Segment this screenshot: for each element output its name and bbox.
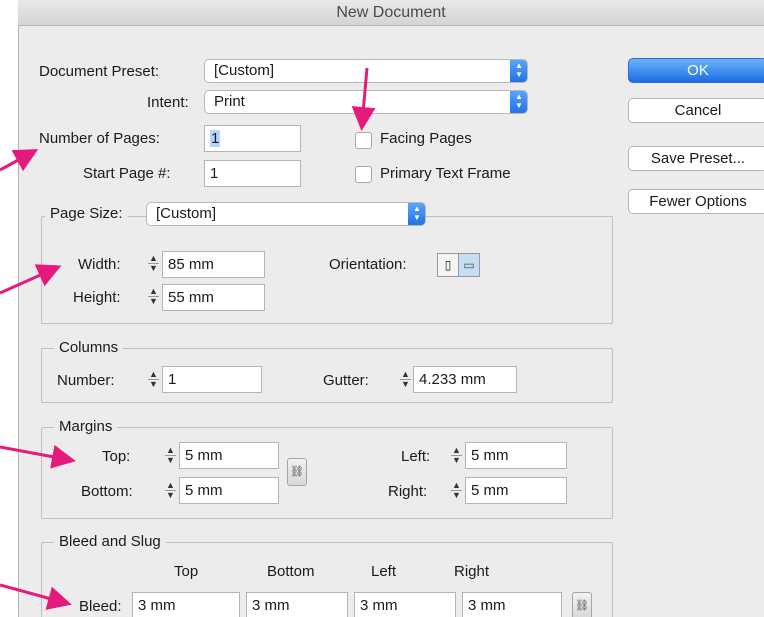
- document-preset-popup[interactable]: [Custom] ▲ ▼: [204, 59, 528, 83]
- bleed-top-field[interactable]: 3 mm: [132, 592, 240, 617]
- margin-left-label: Left:: [401, 448, 431, 465]
- columns-title: Columns: [54, 339, 124, 356]
- width-field[interactable]: 85 mm: [162, 251, 265, 278]
- height-label: Height:: [73, 289, 121, 306]
- up-down-arrow-icon[interactable]: ▲ ▼: [397, 368, 414, 393]
- margin-top-field[interactable]: 5 mm: [179, 442, 279, 469]
- start-page-value: 1: [210, 165, 219, 182]
- margin-left-field[interactable]: 5 mm: [465, 442, 567, 469]
- up-down-arrow-icon[interactable]: ▲ ▼: [145, 285, 162, 310]
- page-size-group: [41, 216, 613, 324]
- up-down-chevron-icon: ▲ ▼: [408, 203, 425, 225]
- page-size-label: Page Size:: [45, 205, 128, 222]
- chain-link-icon[interactable]: ⛓: [287, 458, 307, 486]
- bleed-col-right: Right: [454, 563, 490, 580]
- margin-top-label: Top:: [102, 448, 131, 465]
- margin-left-value: 5 mm: [471, 447, 509, 464]
- up-down-arrow-icon[interactable]: ▲ ▼: [145, 252, 162, 277]
- portrait-orientation-icon[interactable]: ▯: [437, 253, 459, 277]
- height-field[interactable]: 55 mm: [162, 284, 265, 311]
- margin-right-label: Right:: [388, 483, 428, 500]
- margin-top-value: 5 mm: [185, 447, 223, 464]
- bleed-col-bottom: Bottom: [267, 563, 315, 580]
- bleed-left-field[interactable]: 3 mm: [354, 592, 456, 617]
- height-value: 55 mm: [168, 289, 214, 306]
- ok-button[interactable]: OK: [628, 58, 764, 83]
- start-page-field[interactable]: 1: [204, 160, 301, 187]
- margin-bottom-field[interactable]: 5 mm: [179, 477, 279, 504]
- bleed-right-field[interactable]: 3 mm: [462, 592, 562, 617]
- columns-number-value: 1: [168, 371, 177, 388]
- margins-title: Margins: [54, 418, 118, 435]
- up-down-arrow-icon[interactable]: ▲ ▼: [145, 368, 162, 393]
- gutter-field[interactable]: 4.233 mm: [413, 366, 517, 393]
- background-strip: [0, 0, 18, 617]
- cancel-button[interactable]: Cancel: [628, 98, 764, 123]
- margin-bottom-value: 5 mm: [185, 482, 223, 499]
- bleed-top-value: 3 mm: [138, 597, 176, 614]
- facing-pages-label: Facing Pages: [380, 130, 472, 147]
- up-down-arrow-icon[interactable]: ▲ ▼: [162, 479, 179, 504]
- gutter-value: 4.233 mm: [419, 371, 486, 388]
- up-down-arrow-icon[interactable]: ▲ ▼: [162, 444, 179, 469]
- up-down-arrow-icon[interactable]: ▲ ▼: [448, 479, 465, 504]
- primary-text-frame-checkbox[interactable]: [355, 166, 372, 183]
- margin-bottom-label: Bottom:: [81, 483, 133, 500]
- up-down-chevron-icon: ▲ ▼: [510, 91, 527, 113]
- intent-value: Print: [214, 93, 245, 110]
- number-of-pages-field[interactable]: 1: [204, 125, 301, 152]
- width-value: 85 mm: [168, 256, 214, 273]
- intent-popup[interactable]: Print ▲ ▼: [204, 90, 528, 114]
- width-label: Width:: [78, 256, 121, 273]
- landscape-orientation-icon[interactable]: ▭: [458, 253, 480, 277]
- number-of-pages-label: Number of Pages:: [39, 130, 160, 147]
- fewer-options-button[interactable]: Fewer Options: [628, 189, 764, 214]
- orientation-label: Orientation:: [329, 256, 407, 273]
- page-size-popup[interactable]: [Custom] ▲ ▼: [146, 202, 426, 226]
- bleed-col-top: Top: [174, 563, 199, 580]
- chain-link-icon[interactable]: ⛓: [572, 592, 592, 617]
- document-preset-label: Document Preset:: [39, 63, 160, 80]
- start-page-label: Start Page #:: [83, 165, 171, 182]
- bleed-slug-title: Bleed and Slug: [54, 533, 166, 550]
- margin-right-field[interactable]: 5 mm: [465, 477, 567, 504]
- document-preset-value: [Custom]: [214, 62, 275, 79]
- page-size-value: [Custom]: [156, 205, 217, 222]
- up-down-chevron-icon: ▲ ▼: [510, 60, 527, 82]
- facing-pages-checkbox[interactable]: [355, 132, 372, 149]
- bleed-col-left: Left: [371, 563, 397, 580]
- number-of-pages-value: 1: [210, 130, 221, 147]
- columns-number-label: Number:: [57, 372, 115, 389]
- bleed-row-label: Bleed:: [79, 598, 122, 615]
- columns-number-field[interactable]: 1: [162, 366, 262, 393]
- margin-right-value: 5 mm: [471, 482, 509, 499]
- window-title: New Document: [336, 4, 446, 21]
- title-bar: New Document: [18, 0, 764, 26]
- bleed-right-value: 3 mm: [468, 597, 506, 614]
- bleed-left-value: 3 mm: [360, 597, 398, 614]
- bleed-bottom-field[interactable]: 3 mm: [246, 592, 348, 617]
- primary-text-frame-label: Primary Text Frame: [380, 165, 511, 182]
- bleed-bottom-value: 3 mm: [252, 597, 290, 614]
- gutter-label: Gutter:: [323, 372, 369, 389]
- margins-group: [41, 427, 613, 519]
- up-down-arrow-icon[interactable]: ▲ ▼: [448, 444, 465, 469]
- save-preset-button[interactable]: Save Preset...: [628, 146, 764, 171]
- new-document-dialog: Document Preset: [Custom] ▲ ▼ Intent: Pri…: [18, 26, 764, 617]
- intent-label: Intent:: [147, 94, 189, 111]
